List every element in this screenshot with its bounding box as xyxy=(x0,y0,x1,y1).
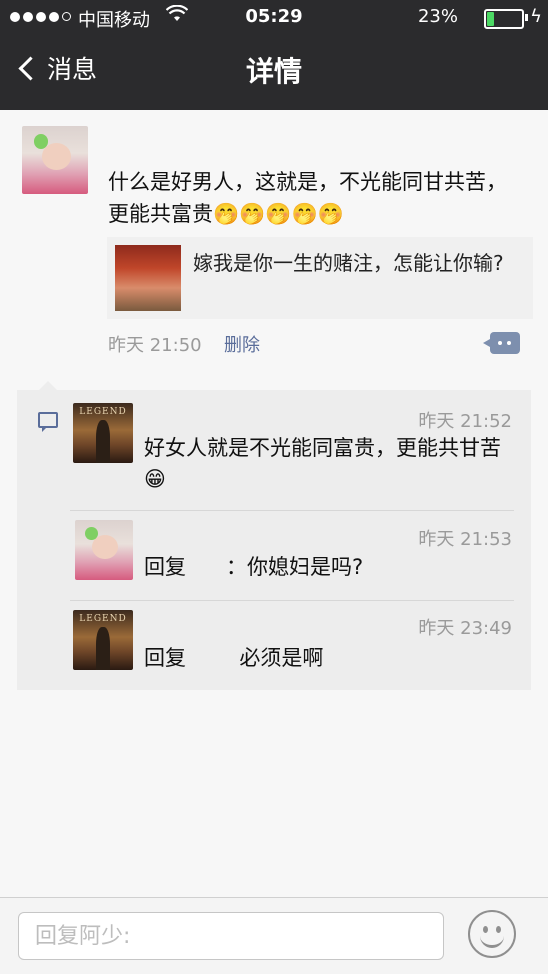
battery-percent: 23% xyxy=(417,6,458,27)
nav-bar: 消息 详情 xyxy=(0,36,548,110)
charging-bolt-icon: ϟ xyxy=(530,6,542,27)
comment-timestamp: 昨天 21:53 xyxy=(418,529,512,550)
reply-bar: 回复阿少: xyxy=(0,897,548,974)
emoji-button[interactable] xyxy=(468,910,516,958)
comment-timestamp: 昨天 23:49 xyxy=(418,618,512,639)
page-title: 详情 xyxy=(245,55,302,88)
comment-action-button[interactable] xyxy=(483,332,520,354)
link-thumbnail xyxy=(115,245,181,311)
comment-divider xyxy=(70,510,514,511)
commenter-avatar[interactable] xyxy=(75,520,133,580)
comment-divider xyxy=(70,600,514,601)
battery-icon xyxy=(484,9,524,29)
status-bar: 中国移动 05:29 23% ϟ xyxy=(0,0,548,36)
clock: 05:29 xyxy=(245,6,303,27)
comment-text[interactable]: 回复 必须是啊 xyxy=(144,643,323,674)
link-title: 嫁我是你一生的赌注，怎能让你输? xyxy=(193,251,504,275)
comment-text[interactable]: 回复 ：你媳妇是吗? xyxy=(144,552,363,583)
battery-tip xyxy=(525,14,528,21)
post-text: 什么是好男人，这就是，不光能同甘共苦，更能共富贵🤭🤭🤭🤭🤭 xyxy=(108,170,507,226)
emoji-icon xyxy=(483,926,488,933)
comment-icon xyxy=(38,412,58,432)
shared-link-card[interactable]: 嫁我是你一生的赌注，怎能让你输? xyxy=(107,237,533,319)
commenter-avatar[interactable]: LEGEND xyxy=(73,403,133,463)
commenter-avatar[interactable]: LEGEND xyxy=(73,610,133,670)
top-bar: 中国移动 05:29 23% ϟ 消息 详情 xyxy=(0,0,548,110)
comment-text[interactable]: 好女人就是不光能同富贵，更能共甘苦😁 xyxy=(144,433,514,495)
poster-avatar[interactable] xyxy=(22,126,88,194)
post-timestamp: 昨天 21:50 xyxy=(108,335,202,356)
delete-button[interactable]: 删除 xyxy=(224,331,260,357)
comment-timestamp: 昨天 21:52 xyxy=(418,411,512,432)
reply-input[interactable]: 回复阿少: xyxy=(18,912,444,960)
